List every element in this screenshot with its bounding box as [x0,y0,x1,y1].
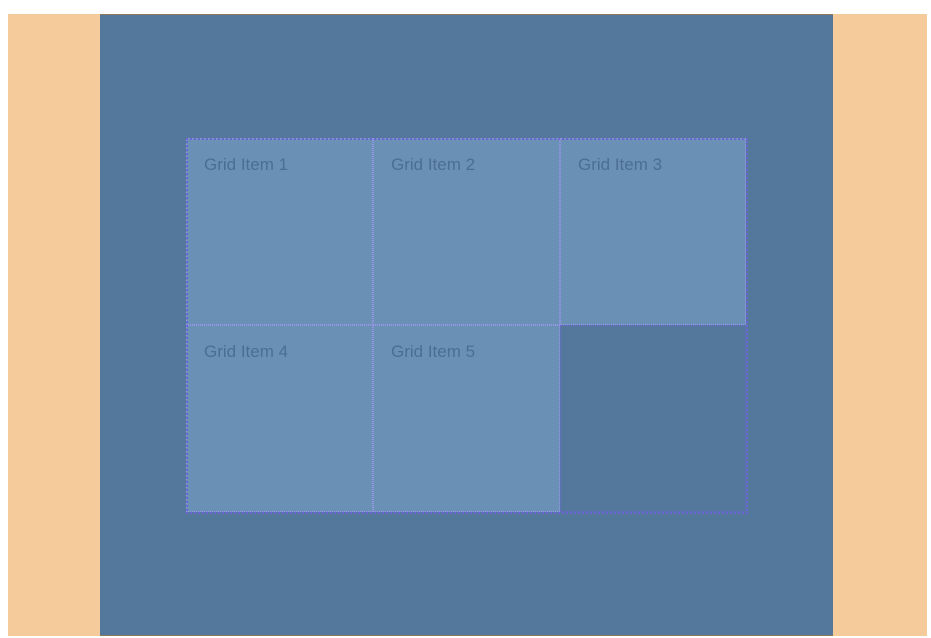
viewport: Grid Item 1 Grid Item 2 Grid Item 3 Grid… [8,14,927,636]
grid-container: Grid Item 1 Grid Item 2 Grid Item 3 Grid… [100,14,833,636]
grid-overlay-outline [186,138,748,514]
